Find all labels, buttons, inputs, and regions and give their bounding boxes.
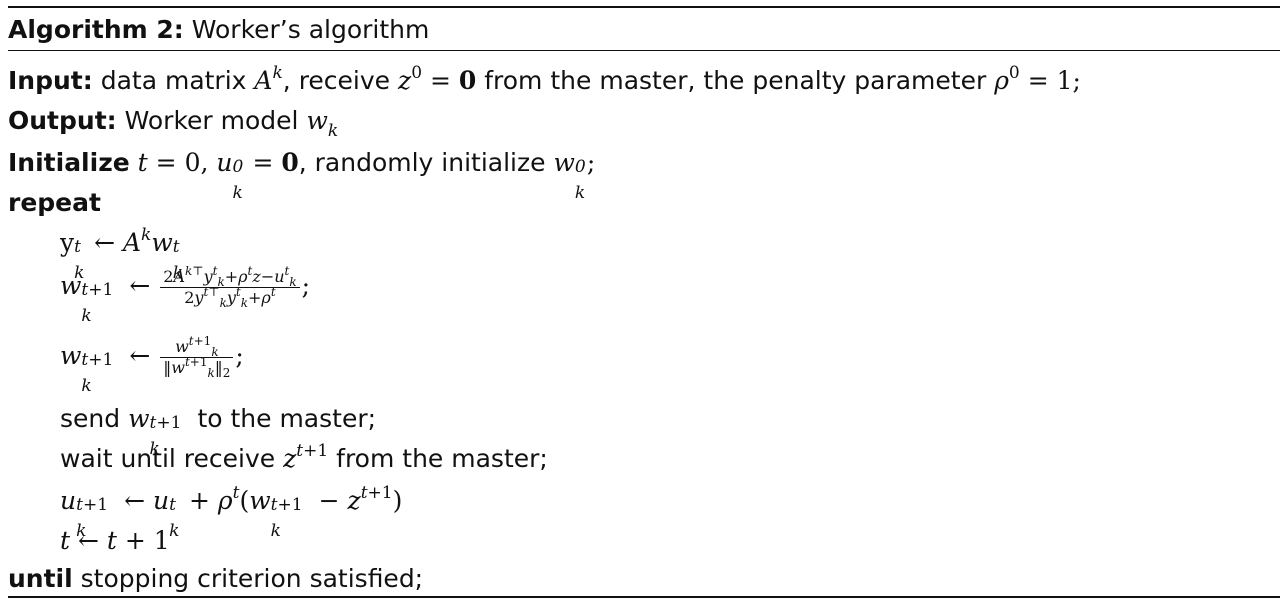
step-y-update: ytk ← Akw t k	[60, 225, 185, 283]
input-text-c: from the master, the penalty parameter	[484, 66, 987, 95]
step-u-update: u t+1 k ← utk + ρt(w t+1 k − zt+1)	[60, 483, 403, 541]
math-z-next: zt+1	[283, 441, 329, 474]
math-w-normalize: w t+1 k ← wt+1k ‖wt+1k‖2 ;	[60, 334, 244, 396]
math-t-increment: t ← t + 1	[60, 526, 170, 555]
input-text-b: , receive	[282, 66, 391, 95]
math-w0-k: w 0 k;	[553, 148, 596, 203]
w-update-fraction: 2Ak⊤ytk+ρtz−utk 2yt⊤kytk+ρt	[160, 265, 300, 309]
step-w-normalize: w t+1 k ← wt+1k ‖wt+1k‖2 ;	[60, 334, 244, 396]
algorithm-caption: Algorithm 2: Worker’s algorithm	[8, 12, 429, 48]
until-keyword: until	[8, 564, 73, 593]
output-text: Worker model	[124, 106, 299, 135]
math-u0-zero: u0k = 0	[216, 148, 299, 203]
bottom-rule	[8, 596, 1280, 598]
repeat-line: repeat	[8, 186, 101, 220]
math-u-update: u t+1 k ← utk + ρt(w t+1 k − zt+1)	[60, 483, 403, 541]
input-text-a: data matrix	[100, 66, 247, 95]
caption-rule	[8, 50, 1280, 51]
initialize-line: Initialize t = 0, u0k = 0, randomly init…	[8, 146, 596, 203]
algorithm-title: Worker’s algorithm	[191, 15, 430, 44]
until-line: until stopping criterion satisfied;	[8, 562, 423, 596]
step-w-update: w t+1 k ← 2Ak⊤ytk+ρtz−utk 2yt⊤kytk+ρt ;	[60, 264, 311, 326]
wait-tail-text: from the master;	[336, 444, 548, 473]
math-t-zero: t = 0,	[137, 148, 209, 177]
math-w-next: w t+1 k	[128, 404, 182, 459]
math-A-k: Ak	[254, 63, 283, 96]
step-send: send w t+1 k to the master;	[60, 402, 377, 459]
math-w-update: w t+1 k ← 2Ak⊤ytk+ρtz−utk 2yt⊤kytk+ρt ;	[60, 264, 311, 326]
repeat-keyword: repeat	[8, 188, 101, 217]
until-text: stopping criterion satisfied;	[80, 564, 424, 593]
w-normalize-fraction: wt+1k ‖wt+1k‖2	[160, 335, 234, 379]
wait-text: wait until receive	[60, 444, 276, 473]
math-z0-zero: z0 = 0	[398, 63, 477, 96]
output-line: Output: Worker model wk	[8, 104, 339, 141]
step-wait: wait until receive zt+1 from the master;	[60, 442, 548, 476]
math-rho0-one: ρ0 = 1;	[994, 63, 1081, 96]
input-keyword: Input:	[8, 66, 93, 95]
initialize-keyword: Initialize	[8, 148, 130, 177]
math-w-k: wk	[306, 106, 339, 141]
top-rule	[8, 6, 1280, 8]
math-y-update: ytk ← Akw t k	[60, 225, 184, 283]
algorithm-block: Algorithm 2: Worker’s algorithm Input: d…	[8, 6, 1280, 602]
step-t-increment: t ← t + 1	[60, 524, 170, 558]
send-text: send	[60, 404, 121, 433]
algorithm-label: Algorithm 2:	[8, 15, 184, 44]
output-keyword: Output:	[8, 106, 117, 135]
input-line: Input: data matrix Ak, receive z0 = 0 fr…	[8, 64, 1081, 98]
send-tail-text: to the master;	[197, 404, 377, 433]
initialize-text: , randomly initialize	[298, 148, 546, 177]
